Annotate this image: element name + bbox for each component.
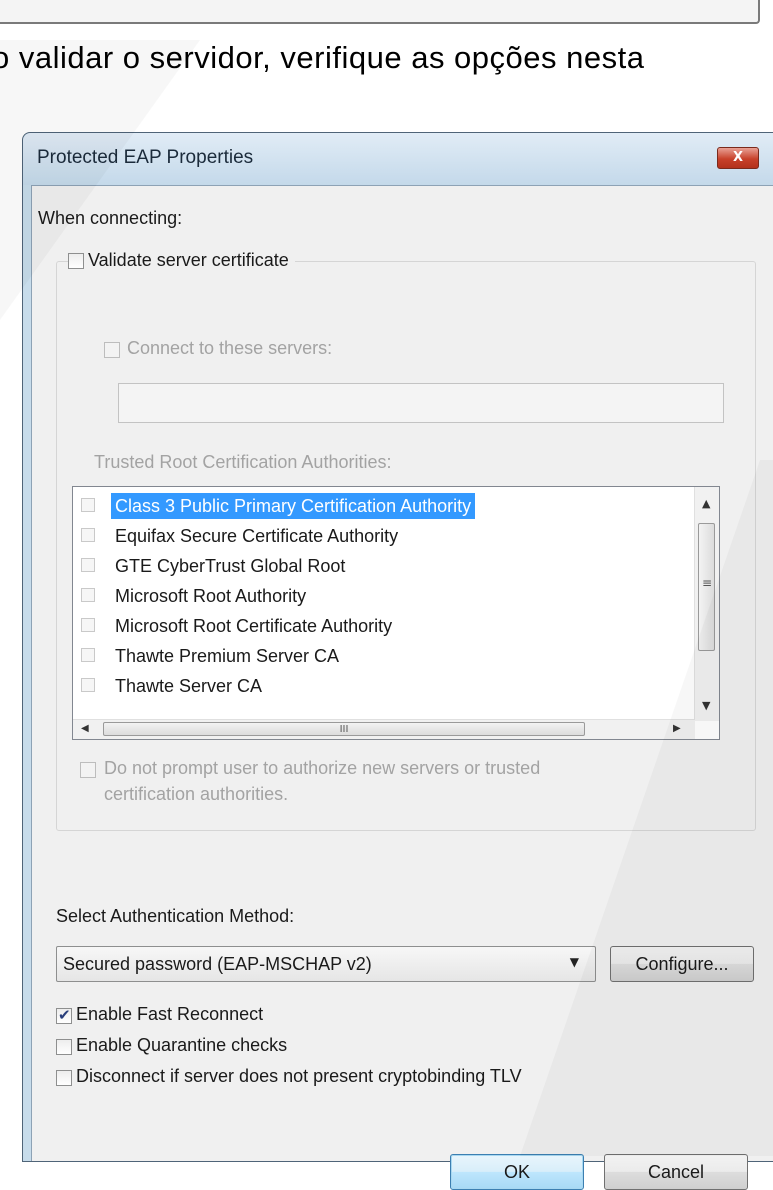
select-auth-method-label: Select Authentication Method: <box>56 906 295 926</box>
do-not-prompt-checkbox[interactable] <box>80 762 96 778</box>
list-item-label: Class 3 Public Primary Certification Aut… <box>111 493 476 519</box>
list-item-checkbox[interactable] <box>81 648 95 662</box>
horizontal-scrollbar[interactable]: ◀ III ▶ <box>73 719 695 739</box>
ok-button-label: OK <box>503 1162 530 1182</box>
protected-eap-properties-dialog: Protected EAP Properties X When connecti… <box>22 132 773 1190</box>
dialog-client-area: When connecting: Validate server certifi… <box>31 185 773 1190</box>
validate-server-certificate-checkbox[interactable] <box>68 252 84 269</box>
previous-dialog-fragment <box>0 0 760 24</box>
list-item-label: Equifax Secure Certificate Authority <box>115 526 399 546</box>
do-not-prompt-label-line1: Do not prompt user to authorize new serv… <box>104 758 541 778</box>
disconnect-cryptobinding-label: Disconnect if server does not present cr… <box>76 1066 522 1086</box>
connect-to-servers-label: Connect to these servers: <box>127 338 333 358</box>
list-item-label: Thawte Premium Server CA <box>115 646 340 666</box>
horizontal-scroll-thumb[interactable]: III <box>103 722 585 736</box>
cancel-button[interactable]: Cancel <box>604 1154 748 1190</box>
title-bar: Protected EAP Properties X <box>23 133 773 185</box>
enable-fast-reconnect-checkbox[interactable] <box>56 1006 72 1024</box>
when-connecting-label: When connecting: <box>38 208 183 228</box>
list-item-checkbox[interactable] <box>81 558 95 572</box>
auth-method-value: Secured password (EAP-MSCHAP v2) <box>63 954 372 974</box>
validate-server-header: Validate server certificate <box>68 250 295 274</box>
enable-quarantine-checks-checkbox[interactable] <box>56 1039 72 1055</box>
list-item-label: GTE CyberTrust Global Root <box>115 556 346 576</box>
configure-button[interactable]: Configure... <box>610 946 754 982</box>
close-button[interactable]: X <box>717 147 759 169</box>
list-item-checkbox[interactable] <box>81 618 95 632</box>
list-item-checkbox[interactable] <box>81 498 95 512</box>
list-item-checkbox[interactable] <box>81 528 95 542</box>
cancel-button-label: Cancel <box>647 1162 705 1182</box>
list-item-checkbox[interactable] <box>81 678 95 692</box>
list-item-label: Microsoft Root Authority <box>115 586 307 606</box>
list-item-checkbox[interactable] <box>81 588 95 602</box>
close-icon: X <box>732 150 744 165</box>
connect-to-servers-checkbox[interactable] <box>104 342 120 358</box>
enable-fast-reconnect-label: Enable Fast Reconnect <box>76 1004 264 1024</box>
vertical-scroll-thumb[interactable]: ≡ <box>698 523 715 651</box>
trusted-root-ca-list[interactable]: Class 3 Public Primary Certification Aut… <box>72 486 720 740</box>
page-caption: o validar o servidor, verifique as opçõe… <box>0 40 645 75</box>
trusted-root-ca-label: Trusted Root Certification Authorities: <box>94 452 392 472</box>
dialog-title: Protected EAP Properties <box>37 147 254 168</box>
list-item-label: Thawte Server CA <box>115 676 263 696</box>
validate-server-certificate-label: Validate server certificate <box>88 250 289 270</box>
chevron-down-icon: ▼ <box>569 955 579 969</box>
servers-field[interactable] <box>118 383 724 423</box>
enable-quarantine-checks-label: Enable Quarantine checks <box>76 1035 288 1055</box>
do-not-prompt-label-line2: certification authorities. <box>104 784 289 804</box>
vertical-scrollbar[interactable]: ▲ ≡ ▼ <box>694 487 719 721</box>
grip-icon: ≡ <box>702 576 713 590</box>
list-item-label: Microsoft Root Certificate Authority <box>115 616 393 636</box>
disconnect-cryptobinding-checkbox[interactable] <box>56 1070 72 1086</box>
configure-button-label: Configure... <box>635 954 729 974</box>
scroll-left-arrow-icon[interactable]: ◀ <box>81 723 89 734</box>
scroll-down-arrow-icon[interactable]: ▼ <box>702 699 710 712</box>
scroll-right-arrow-icon[interactable]: ▶ <box>673 723 681 734</box>
ok-button[interactable]: OK <box>450 1154 584 1190</box>
scroll-up-arrow-icon[interactable]: ▲ <box>702 497 710 510</box>
grip-icon: III <box>339 724 349 735</box>
auth-method-select[interactable]: Secured password (EAP-MSCHAP v2) ▼ <box>56 946 596 982</box>
